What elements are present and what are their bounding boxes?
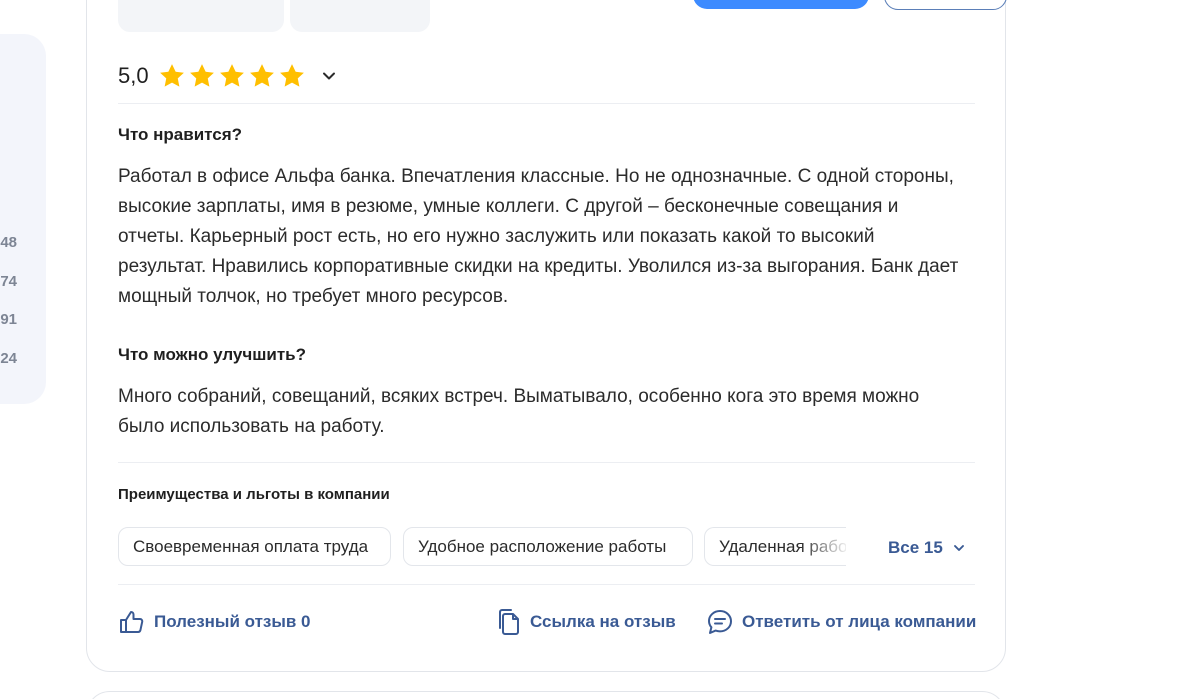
likes-title: Что нравится? — [118, 125, 243, 144]
secondary-button[interactable] — [884, 0, 1007, 10]
sidebar-count: 91 — [0, 311, 17, 328]
divider — [118, 584, 975, 585]
useful-review-label: Полезный отзыв 0 — [154, 612, 311, 631]
chat-bubble-icon — [708, 610, 732, 634]
star-icon — [249, 64, 274, 87]
primary-button[interactable] — [693, 0, 869, 9]
benefits-title: Преимущества и льготы в компании — [118, 486, 390, 503]
chevron-down-icon — [953, 545, 964, 551]
next-review-card — [86, 691, 1006, 699]
show-all-label: Все 15 — [888, 538, 943, 557]
star-icon — [279, 64, 304, 87]
benefit-tag: Удобное расположение работы — [403, 527, 693, 566]
rating-value: 5,0 — [118, 63, 149, 88]
rating-row: 5,0 — [118, 60, 339, 92]
sidebar-count: 48 — [0, 234, 17, 251]
sidebar-count: 74 — [0, 273, 17, 290]
sidebar-panel — [0, 34, 46, 404]
reply-as-company-label: Ответить от лица компании — [742, 612, 977, 631]
benefit-tag: Своевременная оплата труда — [118, 527, 391, 566]
review-link-button[interactable]: Ссылка на отзыв — [496, 606, 676, 638]
sidebar-count: 24 — [0, 350, 17, 367]
star-icon — [159, 64, 184, 87]
tag-chip[interactable] — [118, 0, 284, 32]
star-icon — [219, 64, 244, 87]
copy-link-icon — [499, 609, 519, 635]
chevron-down-icon[interactable] — [319, 66, 339, 86]
tag-fade — [800, 528, 850, 565]
review-card — [86, 0, 1006, 672]
reply-as-company-button[interactable]: Ответить от лица компании — [706, 606, 976, 638]
tag-chip[interactable] — [290, 0, 430, 32]
divider — [118, 103, 975, 104]
divider — [118, 462, 975, 463]
useful-review-button[interactable]: Полезный отзыв 0 — [118, 606, 311, 638]
review-link-label: Ссылка на отзыв — [530, 612, 676, 631]
likes-text: Работал в офисе Альфа банка. Впечатления… — [118, 166, 959, 307]
thumbs-up-icon — [120, 611, 144, 633]
star-icon — [189, 64, 214, 87]
improve-title: Что можно улучшить? — [118, 345, 307, 364]
improve-text: Много собраний, совещаний, всяких встреч… — [118, 386, 920, 437]
show-all-benefits-button[interactable]: Все 15 — [888, 536, 967, 560]
